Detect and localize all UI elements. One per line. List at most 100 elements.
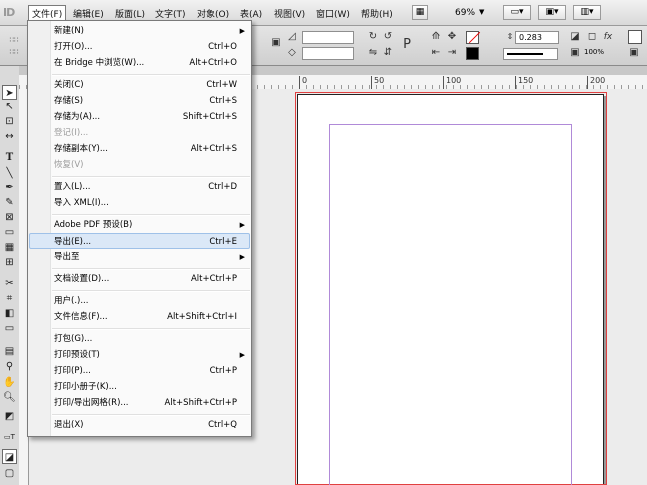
menu-separator: [52, 290, 250, 292]
menu-separator: [52, 176, 250, 178]
menu-item-close[interactable]: 关闭(C) Ctrl+W: [29, 77, 250, 93]
zoom-level[interactable]: 69%: [455, 8, 475, 18]
formatting-icon[interactable]: ▭T: [2, 430, 17, 445]
ruler-label: 200: [590, 76, 606, 85]
menu-item-print[interactable]: 打印(P)... Ctrl+P: [29, 363, 250, 379]
menu-item-print-booklet[interactable]: 打印小册子(K)...: [29, 379, 250, 395]
quick-apply-icon[interactable]: ▣: [628, 47, 640, 59]
select-previous-icon[interactable]: ⇤: [430, 47, 442, 59]
select-container-icon[interactable]: ⟰: [430, 31, 442, 43]
menu-type[interactable]: 文字(T): [155, 7, 186, 20]
menu-item-print-presets[interactable]: 打印预设(T) ▶: [29, 347, 250, 363]
drop-shadow-icon[interactable]: ◪: [569, 31, 581, 43]
gradient-swatch-tool-icon[interactable]: ◧: [2, 306, 17, 321]
menu-help[interactable]: 帮助(H): [361, 7, 393, 20]
fill-swatch[interactable]: [466, 31, 481, 44]
menu-item-save[interactable]: 存储(S) Ctrl+S: [29, 93, 250, 109]
gradient-feather-tool-icon[interactable]: ▭: [2, 321, 17, 336]
menu-item-pdf-presets[interactable]: Adobe PDF 预设(B) ▶: [29, 217, 250, 233]
selection-tool-icon[interactable]: ➤: [2, 85, 17, 100]
shear-field[interactable]: [302, 47, 354, 60]
bridge-button[interactable]: ▦: [412, 5, 428, 20]
fill-icon[interactable]: ▣: [270, 37, 282, 49]
panel-menu-icon[interactable]: [628, 30, 642, 44]
menu-item-open[interactable]: 打开(O)... Ctrl+O: [29, 39, 250, 55]
reference-point-icon[interactable]: ∷∷: [8, 34, 20, 46]
normal-view-icon[interactable]: ◪: [2, 449, 17, 464]
zoom-tool-icon[interactable]: 🔍︎: [2, 390, 17, 405]
menu-item-browse-in-bridge[interactable]: 在 Bridge 中浏览(W)... Alt+Ctrl+O: [29, 55, 250, 71]
submenu-arrow-icon: ▶: [239, 253, 245, 261]
menu-object[interactable]: 对象(O): [197, 7, 229, 20]
screen-mode-button[interactable]: ▣▾: [538, 5, 566, 20]
menu-item-exit[interactable]: 退出(X) Ctrl+Q: [29, 417, 250, 433]
ruler-label: 150: [518, 76, 534, 85]
menu-item-user[interactable]: 用户(.)...: [29, 293, 250, 309]
menu-separator: [52, 74, 250, 76]
opacity-icon: ▣: [570, 47, 580, 58]
menu-item-print-export-grid[interactable]: 打印/导出网格(R)... Alt+Shift+Ctrl+P: [29, 395, 250, 411]
table-tool-icon[interactable]: ▦: [2, 240, 17, 255]
menu-file[interactable]: 文件(F): [28, 5, 67, 21]
menu-item-document-setup[interactable]: 文档设置(D)... Alt+Ctrl+P: [29, 271, 250, 287]
object-style-icon[interactable]: ◻: [586, 31, 598, 43]
opacity-value[interactable]: 100%: [584, 48, 604, 56]
eyedropper-tool-icon[interactable]: ⚲: [2, 359, 17, 374]
reference-point-icon-2[interactable]: ∷∷: [8, 46, 20, 58]
file-menu-dropdown: 新建(N) ▶ 打开(O)... Ctrl+O 在 Bridge 中浏览(W)...…: [27, 20, 252, 437]
menu-edit[interactable]: 编辑(E): [73, 7, 104, 20]
direct-selection-tool-icon[interactable]: ↖: [2, 99, 17, 114]
menu-item-file-info[interactable]: 文件信息(F)... Alt+Shift+Ctrl+I: [29, 309, 250, 325]
menu-separator: [52, 268, 250, 270]
effects-icon[interactable]: fx: [602, 31, 614, 43]
shear-icon[interactable]: ◇: [286, 47, 298, 59]
tools-panel: ➤ ↖ ⊡ ↔ T ╲ ✒ ✎ ⊠ ▭ ▦ ⊞ ✂ ⌗ ◧ ▭ ▤ ⚲ ✋ 🔍︎…: [0, 66, 20, 485]
grid-tool-icon[interactable]: ⊞: [2, 255, 17, 270]
menu-item-place[interactable]: 置入(L)... Ctrl+D: [29, 179, 250, 195]
menu-item-export[interactable]: 导出(E)... Ctrl+E: [29, 233, 250, 249]
menu-item-package[interactable]: 打包(G)...: [29, 331, 250, 347]
zoom-dropdown-icon[interactable]: ▼: [479, 8, 484, 16]
preview-icon[interactable]: ▢: [2, 466, 17, 481]
rectangle-tool-icon[interactable]: ▭: [2, 225, 17, 240]
flip-v-icon[interactable]: ⇵: [382, 47, 394, 59]
menu-view[interactable]: 视图(V): [274, 7, 305, 20]
rotate-ccw-icon[interactable]: ↺: [382, 31, 394, 43]
menu-item-new[interactable]: 新建(N) ▶: [29, 23, 250, 39]
hand-tool-icon[interactable]: ✋: [2, 375, 17, 390]
menu-table[interactable]: 表(A): [240, 7, 262, 20]
menu-window[interactable]: 窗口(W): [316, 7, 350, 20]
rotate-cw-icon[interactable]: ↻: [367, 31, 379, 43]
stroke-swatch[interactable]: [466, 47, 479, 60]
page-tool-icon[interactable]: ⊡: [2, 114, 17, 129]
menu-item-save-copy[interactable]: 存储副本(Y)... Alt+Ctrl+S: [29, 141, 250, 157]
flip-h-icon[interactable]: ⇋: [367, 47, 379, 59]
rotate-icon[interactable]: ◿: [286, 31, 298, 43]
rectangle-frame-tool-icon[interactable]: ⊠: [2, 210, 17, 225]
menu-item-export-to[interactable]: 导出至 ▶: [29, 249, 250, 265]
menu-separator: [52, 328, 250, 330]
menu-item-import-xml[interactable]: 导入 XML(I)...: [29, 195, 250, 211]
menu-layout[interactable]: 版面(L): [115, 7, 145, 20]
select-content-icon[interactable]: ✥: [446, 31, 458, 43]
free-transform-tool-icon[interactable]: ⌗: [2, 291, 17, 306]
note-tool-icon[interactable]: ▤: [2, 344, 17, 359]
view-options-button[interactable]: ▭▾: [503, 5, 531, 20]
type-tool-icon[interactable]: T: [2, 150, 17, 165]
menu-separator: [52, 414, 250, 416]
scissors-tool-icon[interactable]: ✂: [2, 276, 17, 291]
arrange-documents-button[interactable]: ▥▾: [573, 5, 601, 20]
pencil-tool-icon[interactable]: ✎: [2, 195, 17, 210]
stroke-weight-field[interactable]: 0.283: [515, 31, 559, 44]
select-next-icon[interactable]: ⇥: [446, 47, 458, 59]
rotate-field[interactable]: [302, 31, 354, 44]
pen-tool-icon[interactable]: ✒: [2, 180, 17, 195]
menu-item-save-as[interactable]: 存储为(A)... Shift+Ctrl+S: [29, 109, 250, 125]
app-logo: ID: [3, 6, 15, 19]
fill-stroke-icon[interactable]: ◩: [2, 409, 17, 427]
ruler-label: 0: [302, 76, 308, 85]
line-tool-icon[interactable]: ╲: [2, 166, 17, 181]
gap-tool-icon[interactable]: ↔: [2, 129, 17, 144]
stroke-type-select[interactable]: [503, 48, 558, 60]
menu-item-revert: 恢复(V): [54, 160, 84, 170]
